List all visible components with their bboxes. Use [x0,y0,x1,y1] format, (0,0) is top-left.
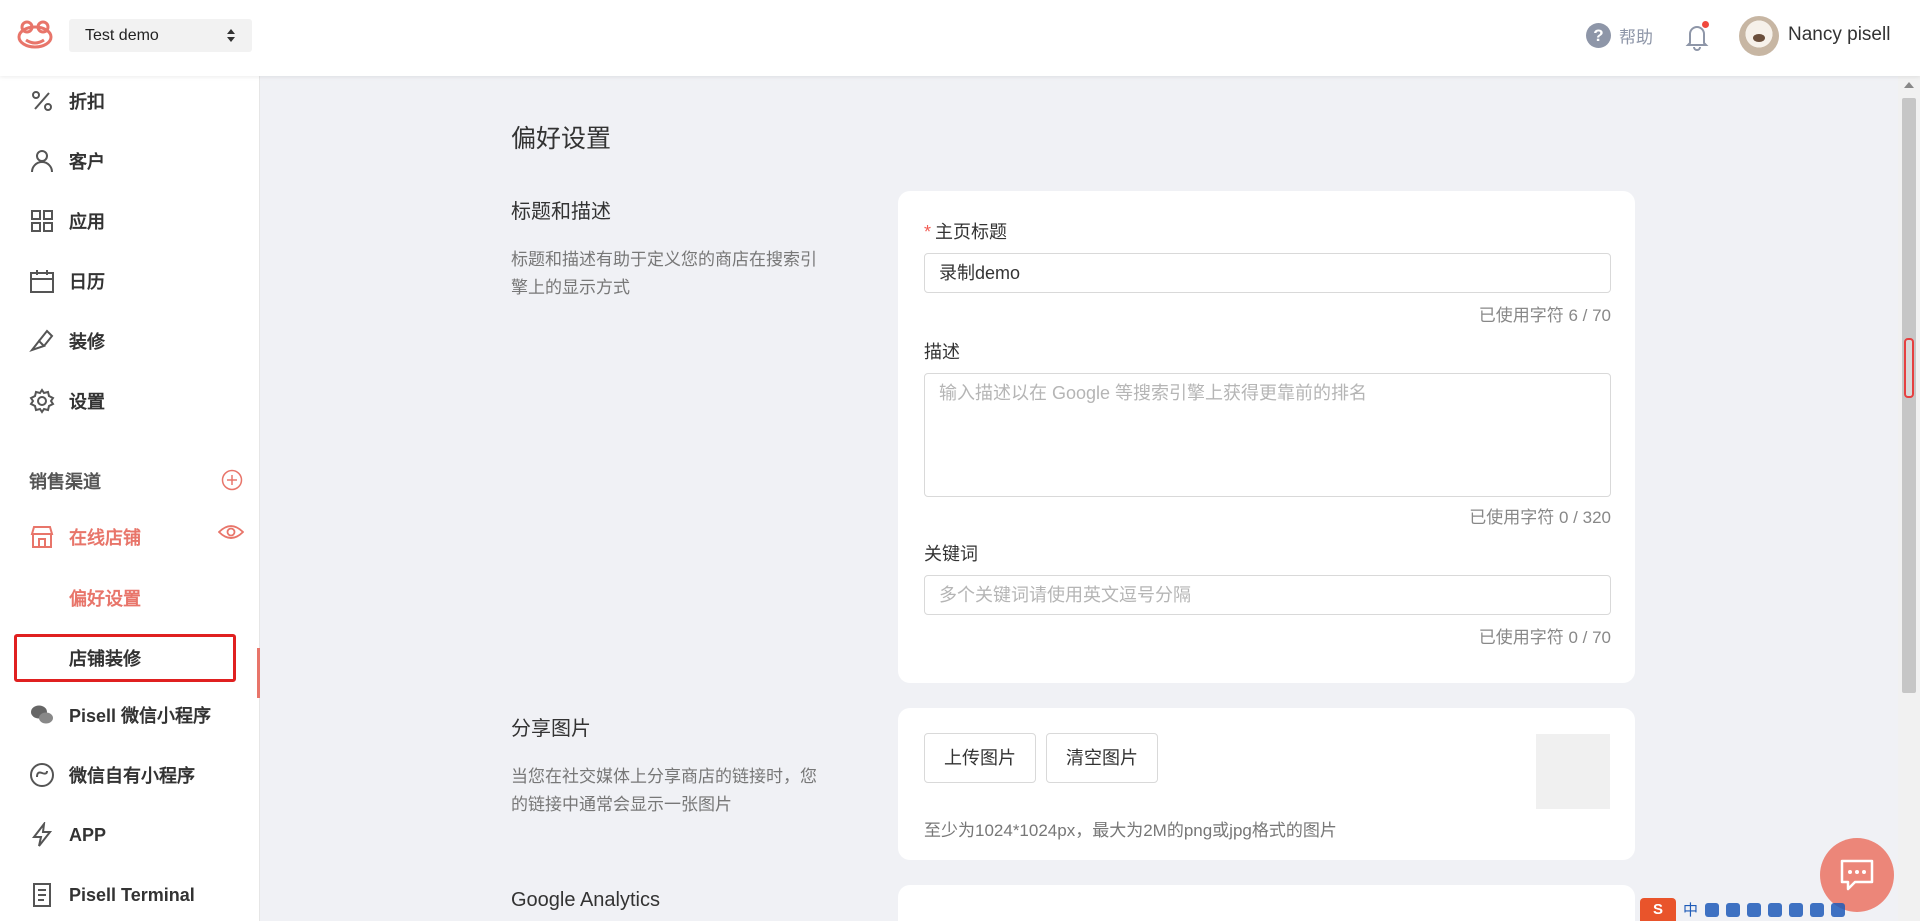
store-icon [30,526,54,548]
sidebar-item-online-store[interactable]: 在线店铺 [29,522,141,552]
notification-bell-icon[interactable] [1683,21,1711,51]
scroll-position-marker [1904,338,1914,398]
tray-grid-icon[interactable] [1831,902,1846,917]
title-section-title: 标题和描述 [511,201,611,223]
image-size-hint: 至少为1024*1024px，最大为2M的png或jpg格式的图片 [924,821,1337,840]
sidebar-item-label: Pisell 微信小程序 [69,706,212,726]
title-section-desc: 标题和描述有助于定义您的商店在搜索引擎上的显示方式 [511,250,817,297]
sidebar-item-wechat-mini-program[interactable]: 微信自有小程序 [29,760,195,790]
system-tray: S 中 [1640,898,1898,921]
top-bar: Test demo ? 帮助 Nancy pisell [0,0,1920,76]
seo-card: * 主页标题 录制demo 已使用字符 6 / 70 描述 输入描述以在 Goog… [898,191,1635,683]
homepage-title-counter: 已使用字符 6 / 70 [1478,306,1611,325]
tray-mic-icon[interactable] [1747,902,1762,917]
avatar[interactable] [1739,16,1779,56]
sidebar-item-label: 折扣 [69,92,105,112]
frog-logo-icon[interactable] [16,18,54,50]
sidebar-item-label: 客户 [69,152,105,172]
sidebar-item-calendar[interactable]: 日历 [29,266,105,296]
homepage-title-input[interactable]: 录制demo [924,253,1611,293]
sidebar-item-customers[interactable]: 客户 [29,146,105,176]
description-label: 描述 [924,342,960,362]
sogou-ime-icon[interactable]: S [1640,898,1676,921]
chat-icon [1840,859,1874,891]
active-indicator [257,648,260,698]
sidebar-item-apps[interactable]: 应用 [29,206,105,236]
store-name: Test demo [85,27,159,44]
user-icon [31,150,53,173]
tray-emoji-icon[interactable] [1726,902,1741,917]
share-section-title: 分享图片 [511,718,591,740]
sidebar-item-label: 装修 [69,332,105,352]
description-counter: 已使用字符 0 / 320 [1469,508,1611,527]
gear-icon [29,388,55,414]
sidebar-item-pisell-terminal[interactable]: Pisell Terminal [29,880,195,910]
tray-dot-icon[interactable] [1705,902,1720,917]
tray-user-icon[interactable] [1789,902,1804,917]
sidebar-item-discounts[interactable]: 折扣 [29,86,105,116]
google-analytics-title: Google Analytics [511,889,660,911]
brush-icon [29,329,54,352]
sales-channels-title: 销售渠道 [29,472,101,492]
sidebar-item-label: APP [69,824,107,845]
lightning-icon [31,822,53,847]
share-section-desc: 当您在社交媒体上分享商店的链接时，您的链接中通常会显示一张图片 [511,767,817,814]
keywords-input[interactable]: 多个关键词请使用英文逗号分隔 [924,575,1611,615]
sidebar-item-label: 设置 [69,392,105,412]
sidebar-item-app[interactable]: APP [29,820,106,850]
ime-mode-label[interactable]: 中 [1683,899,1698,920]
username[interactable]: Nancy pisell [1788,24,1890,46]
sidebar-item-decoration[interactable]: 装修 [29,326,105,356]
scroll-up-arrow-icon[interactable] [1904,82,1914,88]
page-title: 偏好设置 [511,125,612,153]
sidebar-item-label: 微信自有小程序 [69,766,195,786]
homepage-title-label: * 主页标题 [924,222,1008,242]
sidebar-item-label: 应用 [69,212,105,232]
question-icon: ? [1586,22,1611,48]
page-scrollbar[interactable] [1898,76,1920,921]
mini-program-icon [30,763,54,787]
share-image-preview [1536,734,1610,809]
keywords-counter: 已使用字符 0 / 70 [1478,628,1611,647]
sidebar-item-settings[interactable]: 设置 [29,386,105,416]
description-textarea[interactable]: 输入描述以在 Google 等搜索引擎上获得更靠前的排名 [924,373,1611,497]
sidebar: 折扣 客户 应用 日历 装修 设置 销售渠道 在线店铺 偏好设置 店铺装修 Pi… [0,76,260,921]
google-analytics-card [898,885,1635,921]
percent-icon [32,91,52,111]
highlight-annotation-box [14,634,236,682]
sidebar-subitem-preferences[interactable]: 偏好设置 [69,585,141,611]
sidebar-item-label: 日历 [69,272,105,292]
store-selector[interactable]: Test demo [69,19,252,52]
keywords-label: 关键词 [924,544,978,564]
wechat-icon [31,705,53,724]
add-channel-plus-icon[interactable] [221,469,243,491]
sidebar-item-pisell-wechat[interactable]: Pisell 微信小程序 [29,700,211,730]
notification-dot [1702,21,1709,28]
upload-image-button[interactable]: 上传图片 [924,733,1036,783]
tray-keyboard-icon[interactable] [1768,902,1783,917]
sidebar-item-label: 在线店铺 [69,528,141,548]
sidebar-item-label: Pisell Terminal [69,884,195,905]
sort-caret-icon [227,29,235,42]
terminal-icon [33,883,51,907]
share-image-card: 上传图片 清空图片 至少为1024*1024px，最大为2M的png或jpg格式… [898,708,1635,860]
clear-image-button[interactable]: 清空图片 [1046,733,1158,783]
tray-shirt-icon[interactable] [1810,902,1825,917]
calendar-icon [30,270,54,293]
help-link[interactable]: ? 帮助 [1586,22,1653,48]
help-label: 帮助 [1619,27,1653,47]
eye-icon[interactable] [218,522,244,542]
apps-grid-icon [31,210,53,232]
